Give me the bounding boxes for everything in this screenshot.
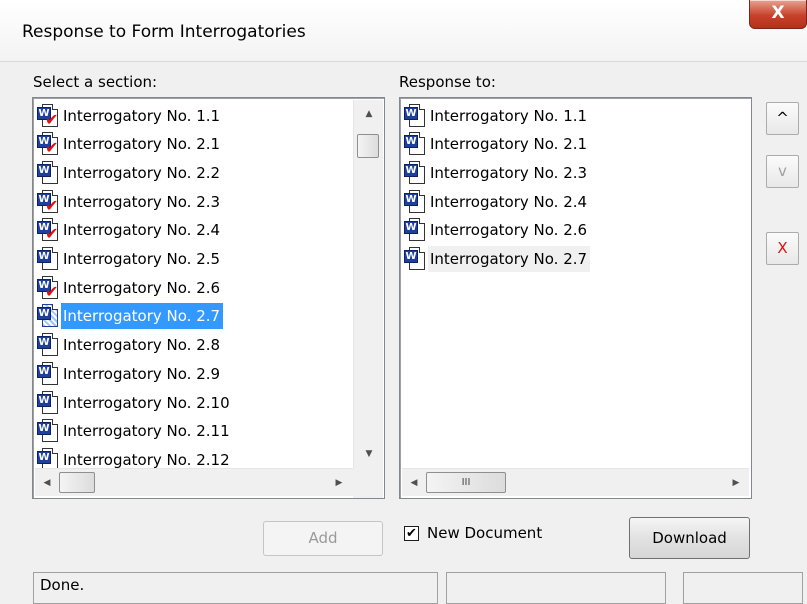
response-list[interactable]: W Interrogatory No. 1.1 W Interrogatory No.… (399, 97, 752, 499)
remove-x-icon: X (777, 239, 788, 257)
download-button[interactable]: Download (629, 517, 750, 559)
section-list-hscroll-thumb[interactable] (59, 472, 95, 493)
list-item[interactable]: W Interrogatory No. 2.1 (404, 130, 590, 159)
list-item[interactable]: W Interrogatory No. 2.9 (37, 359, 223, 388)
word-doc-icon: W (404, 247, 426, 271)
list-item[interactable]: W Interrogatory No. 2.11 (37, 417, 233, 446)
list-item-label: Interrogatory No. 2.2 (63, 163, 221, 182)
list-item[interactable]: W ✔ Interrogatory No. 1.1 (37, 101, 223, 130)
list-item[interactable]: W Interrogatory No. 2.8 (37, 331, 223, 360)
close-icon: X (771, 3, 785, 23)
list-item[interactable]: W ✔ Interrogatory No. 2.3 (37, 187, 223, 216)
new-document-checkbox[interactable]: ✔ (404, 526, 419, 541)
new-document-label: New Document (427, 524, 543, 542)
chevron-down-icon: v (778, 162, 787, 180)
window-title: Response to Form Interrogatories (22, 22, 306, 42)
list-item-label: Interrogatory No. 2.11 (63, 422, 230, 441)
select-section-label: Select a section: (33, 73, 158, 91)
word-doc-icon: W (37, 390, 59, 415)
list-item[interactable]: W ✔ Interrogatory No. 2.1 (37, 130, 223, 159)
list-item-label: Interrogatory No. 1.1 (430, 106, 588, 125)
list-item-label: Interrogatory No. 2.5 (63, 250, 221, 268)
word-doc-checked-icon: W ✔ (37, 275, 59, 300)
list-item-label: Interrogatory No. 2.6 (63, 278, 221, 297)
status-text-pane: Done. (33, 572, 438, 604)
list-item[interactable]: W Interrogatory No. 1.1 (404, 101, 590, 130)
list-item[interactable]: W Interrogatory No. 2.7 (37, 302, 224, 331)
list-item-label: Interrogatory No. 2.4 (430, 192, 588, 211)
scroll-left-icon[interactable]: ◀ (39, 475, 55, 491)
word-doc-icon: W (404, 218, 426, 242)
word-doc-icon: W (37, 333, 59, 357)
list-item[interactable]: W Interrogatory No. 2.2 (37, 158, 223, 187)
word-doc-icon: W (404, 103, 426, 128)
scroll-right-icon[interactable]: ▶ (331, 475, 347, 491)
response-to-label: Response to: (399, 73, 496, 91)
move-down-button[interactable]: v (766, 155, 799, 188)
word-doc-icon: W (404, 160, 426, 185)
status-pane-2 (446, 572, 666, 604)
list-item-label: Interrogatory No. 2.9 (63, 364, 221, 383)
list-item-label: Interrogatory No. 1.1 (63, 106, 221, 125)
add-button-label: Add (308, 529, 338, 547)
list-item-label: Interrogatory No. 2.8 (63, 336, 221, 355)
list-item-label: Interrogatory No. 2.7 (428, 246, 591, 272)
word-doc-icon: W (404, 132, 426, 156)
section-list[interactable]: W ✔ Interrogatory No. 1.1 W ✔ Interrogatory N… (32, 97, 385, 499)
list-item[interactable]: W Interrogatory No. 2.10 (37, 388, 233, 417)
word-doc-selected-icon: W (37, 304, 59, 328)
status-text: Done. (40, 576, 85, 594)
remove-button[interactable]: X (766, 232, 799, 265)
section-list-hscroll[interactable]: ◀ ▶ (35, 468, 353, 496)
section-list-vscroll-thumb[interactable] (357, 134, 379, 158)
list-item-label: Interrogatory No. 2.7 (61, 303, 224, 330)
word-doc-checked-icon: W ✔ (37, 189, 59, 214)
list-item-label: Interrogatory No. 2.1 (63, 135, 221, 154)
download-button-label: Download (652, 529, 727, 547)
list-item[interactable]: W Interrogatory No. 2.4 (404, 187, 590, 216)
word-doc-icon: W (37, 247, 59, 271)
close-button[interactable]: X (749, 0, 807, 29)
word-doc-checked-icon: W ✔ (37, 218, 59, 242)
list-item-label: Interrogatory No. 2.3 (430, 163, 588, 182)
list-item[interactable]: W ✔ Interrogatory No. 2.4 (37, 216, 223, 245)
word-doc-icon: W (37, 361, 59, 386)
list-item-label: Interrogatory No. 2.10 (63, 393, 230, 412)
scroll-right-icon[interactable]: ▶ (728, 475, 744, 491)
scroll-left-icon[interactable]: ◀ (406, 475, 422, 491)
list-item-label: Interrogatory No. 2.4 (63, 221, 221, 240)
add-button[interactable]: Add (263, 521, 383, 556)
list-item[interactable]: W ✔ Interrogatory No. 2.6 (37, 273, 223, 302)
list-item-label: Interrogatory No. 2.1 (430, 135, 588, 154)
list-item[interactable]: W Interrogatory No. 2.6 (404, 216, 590, 245)
scroll-corner (353, 468, 383, 498)
word-doc-checked-icon: W ✔ (37, 103, 59, 128)
response-list-hscroll[interactable]: ◀ III ▶ (402, 468, 749, 496)
list-item[interactable]: W Interrogatory No. 2.5 (37, 245, 223, 274)
list-item[interactable]: W Interrogatory No. 2.7 (404, 245, 591, 274)
response-list-hscroll-thumb[interactable]: III (426, 472, 506, 493)
scroll-grip-icon: III (461, 477, 471, 488)
section-list-vscroll[interactable]: ▲ ▼ (353, 100, 383, 474)
move-up-button[interactable]: ^ (766, 102, 799, 135)
list-item-label: Interrogatory No. 2.6 (430, 221, 588, 240)
chevron-up-icon: ^ (776, 109, 789, 127)
scroll-up-icon[interactable]: ▲ (361, 106, 377, 122)
word-doc-icon: W (37, 419, 59, 443)
word-doc-icon: W (404, 189, 426, 214)
word-doc-icon: W (37, 160, 59, 185)
word-doc-checked-icon: W ✔ (37, 132, 59, 156)
status-pane-3 (683, 572, 803, 604)
list-item[interactable]: W Interrogatory No. 2.3 (404, 158, 590, 187)
checkmark-icon: ✔ (406, 526, 417, 541)
title-bar: Response to Form Interrogatories X (0, 0, 807, 62)
list-item-label: Interrogatory No. 2.3 (63, 192, 221, 211)
scroll-down-icon[interactable]: ▼ (361, 446, 377, 462)
